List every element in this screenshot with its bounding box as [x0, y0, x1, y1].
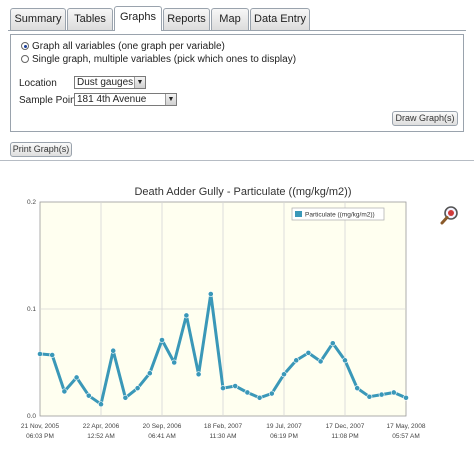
magnifier-icon[interactable]	[440, 206, 458, 225]
x-tick-time: 11:08 PM	[331, 433, 358, 440]
data-point	[73, 374, 80, 381]
data-point	[256, 394, 263, 401]
y-tick-label: 0.1	[27, 306, 36, 313]
data-point	[134, 385, 141, 392]
x-tick-date: 21 Nov, 2005	[21, 423, 60, 430]
data-point	[244, 389, 251, 396]
x-tick-date: 17 Dec, 2007	[326, 423, 365, 430]
legend-swatch	[295, 211, 302, 217]
x-tick-date: 19 Jul, 2007	[266, 423, 302, 430]
x-tick-date: 17 May, 2008	[387, 423, 426, 430]
data-point	[305, 349, 312, 356]
x-axis-ticks: 21 Nov, 2005 06:03 PM 22 Apr, 2006 12:52 AM…	[21, 423, 426, 440]
data-point	[354, 385, 361, 392]
x-tick-date: 20 Sep, 2006	[143, 423, 182, 430]
x-tick-time: 12:52 AM	[87, 433, 114, 440]
data-point	[61, 388, 68, 395]
data-point	[49, 352, 56, 358]
data-point	[146, 370, 153, 377]
data-point	[37, 351, 43, 357]
legend: Particulate ((mg/kg/m2))	[291, 207, 385, 221]
data-point	[366, 393, 373, 400]
x-tick-date: 18 Feb, 2007	[204, 423, 243, 430]
data-point	[122, 394, 129, 401]
y-axis-ticks: 0.0 0.1 0.2	[27, 199, 36, 420]
data-point	[207, 291, 214, 297]
legend-entry: Particulate ((mg/kg/m2))	[305, 212, 375, 219]
data-point	[220, 385, 226, 392]
x-tick-time: 11:30 AM	[210, 433, 237, 440]
y-tick-label: 0.0	[27, 413, 36, 420]
data-point	[159, 337, 165, 343]
data-point	[171, 359, 178, 366]
data-point	[293, 357, 300, 364]
data-point	[195, 371, 202, 378]
x-tick-time: 05:57 AM	[392, 433, 419, 440]
data-point	[281, 371, 287, 378]
x-tick-time: 06:41 AM	[148, 433, 175, 440]
data-point	[110, 347, 117, 354]
data-point	[85, 392, 92, 399]
y-tick-label: 0.2	[27, 199, 36, 206]
data-point	[268, 390, 275, 397]
data-point	[329, 340, 336, 347]
particulate-chart: 0.0 0.1 0.2 21 Nov, 2005 06:03 PM 22 Apr, 20…	[21, 199, 458, 440]
tab-graphs[interactable]: Graphs	[114, 6, 162, 31]
x-tick-time: 06:03 PM	[26, 433, 54, 440]
data-point	[390, 389, 397, 396]
data-point	[232, 383, 239, 389]
data-point	[342, 357, 348, 364]
data-point	[378, 391, 385, 398]
x-tick-date: 22 Apr, 2006	[83, 423, 120, 430]
x-tick-time: 06:19 PM	[270, 433, 298, 440]
data-point	[98, 401, 104, 408]
data-point	[317, 358, 324, 365]
data-point	[183, 312, 190, 319]
data-point	[403, 394, 409, 401]
